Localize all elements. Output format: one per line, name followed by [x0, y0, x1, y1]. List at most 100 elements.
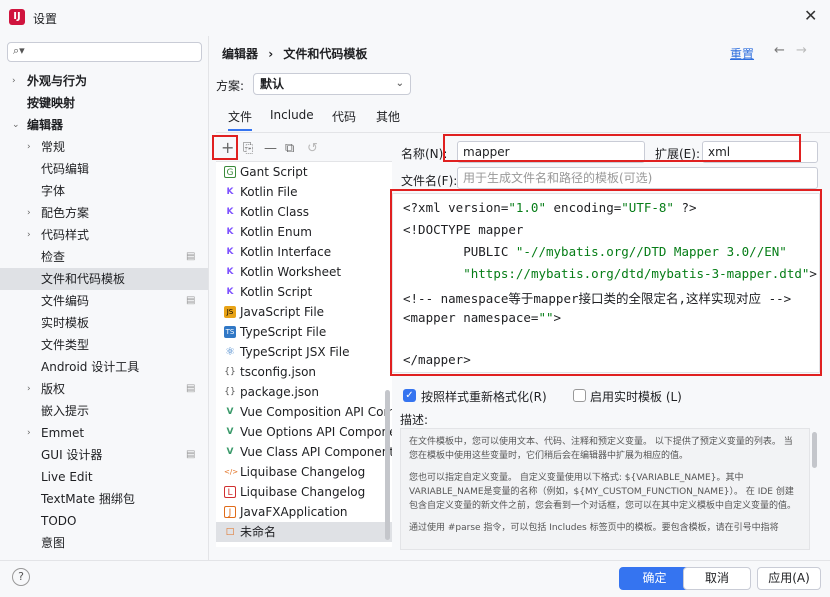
description-label: 描述: — [400, 413, 429, 427]
liquibase-icon: L — [224, 486, 236, 498]
back-arrow-icon[interactable]: ← — [774, 43, 785, 58]
sidebar-item-file-templates[interactable]: 文件和代码模板 — [0, 268, 208, 290]
list-item[interactable]: G Gant Script — [216, 162, 392, 182]
sidebar-item-code-editing[interactable]: 代码编辑 — [0, 158, 208, 180]
tab-files[interactable]: 文件 — [228, 108, 253, 131]
list-item[interactable]: </> Liquibase Changelog — [216, 462, 392, 482]
highlight-box — [212, 135, 238, 160]
description-panel: 在文件模板中，您可以使用文本、代码、注释和预定义变量。 以下提供了预定义变量的列… — [400, 428, 810, 550]
chevron-right-icon: › — [27, 428, 31, 438]
filename-input[interactable]: 用于生成文件名和路径的模板(可选) — [457, 167, 818, 189]
title-bar — [0, 0, 830, 36]
sidebar-item-android-design-tools[interactable]: Android 设计工具 — [0, 356, 208, 378]
tab-include[interactable]: Include — [270, 108, 314, 122]
template-list: G Gant Script K Kotlin File K Kotlin Class … — [216, 161, 392, 547]
sidebar-item-emmet[interactable]: › Emmet — [0, 422, 208, 444]
sidebar-item-editor[interactable]: ⌄ 编辑器 — [0, 114, 208, 136]
chevron-down-icon: ⌄ — [12, 120, 20, 130]
remove-icon[interactable]: — — [264, 141, 277, 156]
help-icon[interactable]: ? — [12, 568, 30, 586]
reformat-checkbox[interactable]: ✓ — [403, 389, 416, 402]
cancel-button[interactable]: 取消 — [683, 567, 751, 590]
sidebar-item-live-edit[interactable]: Live Edit — [0, 466, 208, 488]
list-item[interactable]: V Vue Composition API Comp — [216, 402, 392, 422]
project-scope-icon: ▤ — [186, 449, 196, 460]
sidebar-item-intentions[interactable]: 意图 — [0, 532, 208, 554]
sidebar-item-gui-designer[interactable]: GUI 设计器 ▤ — [0, 444, 208, 466]
sidebar-item-file-types[interactable]: 文件类型 — [0, 334, 208, 356]
list-item[interactable]: □ 未命名 — [216, 522, 392, 542]
list-item[interactable]: {} package.json — [216, 382, 392, 402]
list-item[interactable]: {} tsconfig.json — [216, 362, 392, 382]
json-icon: {} — [224, 367, 236, 377]
kotlin-icon: K — [226, 207, 234, 217]
list-item[interactable]: K Kotlin Worksheet — [216, 262, 392, 282]
project-scope-icon: ▤ — [186, 383, 196, 394]
duplicate-icon[interactable]: ⧉ — [285, 141, 294, 156]
apply-button[interactable]: 应用(A) — [757, 567, 821, 590]
scheme-label: 方案: — [216, 79, 245, 93]
chevron-right-icon: › — [27, 208, 31, 218]
chevron-right-icon: › — [27, 142, 31, 152]
gant-icon: G — [224, 166, 236, 178]
description-text: 通过使用 #parse 指令，可以包括 Includes 标签页中的模板。要包含… — [409, 523, 779, 533]
react-icon: ⚛ — [225, 345, 235, 358]
sidebar-item-appearance[interactable]: › 外观与行为 — [0, 70, 208, 92]
sidebar-item-file-encodings[interactable]: 文件编码 ▤ — [0, 290, 208, 312]
kotlin-icon: K — [226, 287, 234, 297]
sidebar-item-inspections[interactable]: 检查 ▤ — [0, 246, 208, 268]
list-item[interactable]: K Kotlin File — [216, 182, 392, 202]
chevron-down-icon: ⌄ — [395, 78, 404, 89]
copy-template-icon[interactable]: ⎘ — [243, 141, 253, 156]
list-item[interactable]: J JavaFXApplication — [216, 502, 392, 522]
javascript-icon: JS — [224, 306, 236, 318]
ok-button[interactable]: 确定 — [619, 567, 690, 590]
chevron-right-icon: › — [27, 230, 31, 240]
list-item[interactable]: L Liquibase Changelog — [216, 482, 392, 502]
settings-search-input[interactable]: ⌕▾ — [7, 42, 202, 62]
filename-label: 文件名(F): — [401, 174, 458, 188]
list-item[interactable]: K Kotlin Enum — [216, 222, 392, 242]
sidebar-item-todo[interactable]: TODO — [0, 510, 208, 532]
list-item[interactable]: V Vue Options API Componen — [216, 422, 392, 442]
sidebar-item-keymap[interactable]: 按键映射 — [0, 92, 208, 114]
reformat-label: 按照样式重新格式化(R) — [421, 390, 547, 404]
forward-arrow-icon[interactable]: → — [796, 43, 807, 58]
java-file-icon: J — [224, 506, 236, 518]
description-scrollbar[interactable] — [812, 432, 817, 468]
window-title: 设置 — [33, 12, 58, 26]
kotlin-icon: K — [226, 267, 234, 277]
footer-divider — [0, 560, 830, 561]
vue-icon: V — [226, 427, 234, 437]
list-scrollbar[interactable] — [385, 390, 390, 540]
list-item[interactable]: JS JavaScript File — [216, 302, 392, 322]
sidebar-item-inlay-hints[interactable]: 嵌入提示 — [0, 400, 208, 422]
sidebar-item-copyright[interactable]: › 版权 ▤ — [0, 378, 208, 400]
list-item[interactable]: K Kotlin Script — [216, 282, 392, 302]
description-text: 您也可以指定自定义变量。 自定义变量使用以下格式: ${VARIABLE_NAM… — [409, 473, 797, 511]
list-item[interactable]: K Kotlin Interface — [216, 242, 392, 262]
scheme-select[interactable]: 默认 ⌄ — [253, 73, 411, 95]
project-scope-icon: ▤ — [186, 251, 196, 262]
reset-link[interactable]: 重置 — [730, 45, 754, 62]
sidebar-item-live-templates[interactable]: 实时模板 — [0, 312, 208, 334]
list-item[interactable]: TS TypeScript File — [216, 322, 392, 342]
sidebar-item-color-scheme[interactable]: › 配色方案 — [0, 202, 208, 224]
settings-sidebar: › 外观与行为 按键映射 ⌄ 编辑器 › 常规 代码编辑 字体 › 配色方案 › 代码样式… — [0, 70, 208, 560]
highlight-box — [390, 189, 822, 376]
list-item[interactable]: ⚛ TypeScript JSX File — [216, 342, 392, 362]
sidebar-item-code-style[interactable]: › 代码样式 — [0, 224, 208, 246]
list-item[interactable]: V Vue Class API Component — [216, 442, 392, 462]
list-item[interactable]: K Kotlin Class — [216, 202, 392, 222]
tab-other[interactable]: 其他 — [376, 108, 400, 125]
kotlin-icon: K — [226, 227, 234, 237]
close-icon[interactable]: ✕ — [804, 6, 817, 25]
file-template-icon: □ — [225, 527, 235, 537]
tab-code[interactable]: 代码 — [332, 108, 356, 125]
sidebar-item-general[interactable]: › 常规 — [0, 136, 208, 158]
revert-icon[interactable]: ↺ — [307, 141, 318, 156]
sidebar-item-font[interactable]: 字体 — [0, 180, 208, 202]
description-text: 在文件模板中，您可以使用文本、代码、注释和预定义变量。 以下提供了预定义变量的列… — [409, 437, 793, 461]
sidebar-item-textmate[interactable]: TextMate 捆绑包 — [0, 488, 208, 510]
live-templates-checkbox[interactable] — [573, 389, 586, 402]
